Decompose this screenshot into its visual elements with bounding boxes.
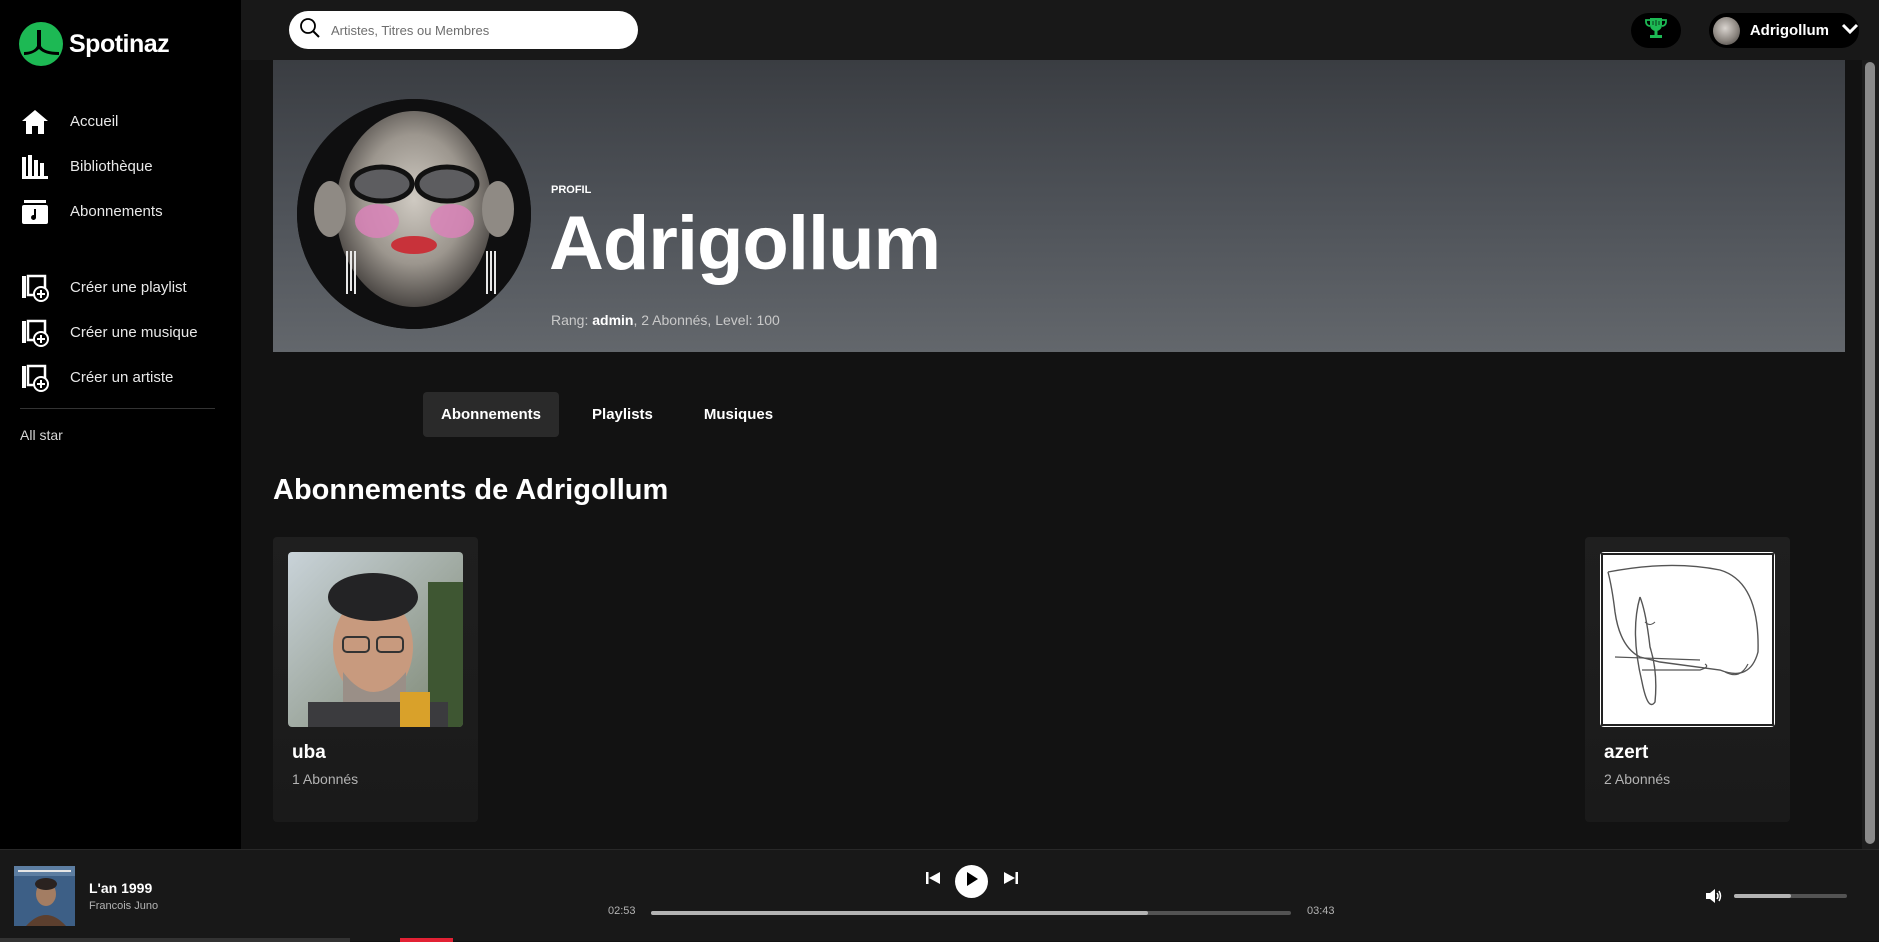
next-button[interactable]: [1000, 869, 1022, 891]
total-time: 03:43: [1307, 905, 1335, 917]
skip-back-icon: [925, 870, 941, 891]
profile-meta-suffix: , 2 Abonnés, Level: 100: [633, 312, 780, 328]
play-button[interactable]: [955, 865, 988, 898]
play-icon: [965, 871, 979, 892]
tab-abonnements[interactable]: Abonnements: [423, 392, 560, 437]
section-title: Abonnements de Adrigollum: [273, 474, 669, 506]
nav-item-abonnements[interactable]: Abonnements: [20, 189, 220, 234]
search-box[interactable]: [289, 11, 638, 49]
nav-item-all-star[interactable]: All star: [20, 427, 63, 443]
add-music-icon: [20, 318, 50, 348]
logo-icon: [19, 22, 63, 66]
track-cover[interactable]: [14, 866, 75, 926]
nav-item-label: Accueil: [70, 113, 119, 130]
user-menu[interactable]: Adrigollum: [1709, 13, 1859, 48]
profile-tabs: Abonnements Playlists Musiques: [423, 392, 806, 437]
card-title: uba: [292, 742, 326, 763]
bottom-strip: [0, 938, 350, 942]
volume-slider[interactable]: [1734, 894, 1847, 898]
previous-button[interactable]: [922, 869, 944, 891]
app-name: Spotinaz: [69, 29, 170, 58]
add-artist-icon: [20, 363, 50, 393]
nav-item-create-playlist[interactable]: Créer une playlist: [20, 265, 220, 310]
search-input[interactable]: [331, 22, 611, 38]
profile-meta-prefix: Rang:: [551, 312, 593, 328]
top-bar: Adrigollum: [241, 0, 1879, 60]
nav-item-label: Abonnements: [70, 203, 163, 220]
sidebar: Spotinaz Accueil Bibliothèque Abonnement…: [0, 0, 241, 849]
profile-rank: admin: [592, 312, 634, 328]
trophy-icon: [1645, 16, 1667, 45]
track-artist[interactable]: Francois Juno: [89, 900, 158, 912]
scrollbar-thumb[interactable]: [1865, 62, 1875, 844]
nav-item-bibliotheque[interactable]: Bibliothèque: [20, 144, 220, 189]
add-playlist-icon: [20, 273, 50, 303]
app-logo[interactable]: Spotinaz: [19, 22, 170, 66]
card-subtitle: 1 Abonnés: [292, 771, 359, 787]
profile-kind-label: PROFIL: [551, 184, 592, 196]
track-title[interactable]: L'an 1999: [89, 880, 152, 896]
progress-bar[interactable]: [651, 911, 1291, 915]
sidebar-divider: [20, 408, 215, 409]
nav-item-label: Créer un artiste: [70, 369, 174, 386]
card-image: [1600, 552, 1775, 727]
library-icon: [20, 152, 50, 182]
nav-item-label: Créer une playlist: [70, 279, 187, 296]
home-icon: [20, 107, 50, 137]
avatar: [1713, 16, 1740, 45]
nav-item-label: Créer une musique: [70, 324, 198, 341]
subscriptions-icon: [20, 197, 50, 227]
subscription-card-azert[interactable]: azert 2 Abonnés: [1585, 537, 1790, 822]
card-image: [288, 552, 463, 727]
trophy-button[interactable]: [1631, 13, 1681, 48]
bottom-strip-accent: [400, 938, 453, 942]
volume-icon[interactable]: [1705, 887, 1723, 905]
nav-item-accueil[interactable]: Accueil: [20, 99, 220, 144]
page-title: Adrigollum: [549, 201, 941, 286]
current-time: 02:53: [608, 905, 636, 917]
profile-meta: Rang: admin, 2 Abonnés, Level: 100: [551, 312, 780, 328]
main-scrollbar[interactable]: [1862, 60, 1879, 849]
profile-avatar: [297, 99, 531, 329]
nav-item-create-artist[interactable]: Créer un artiste: [20, 355, 220, 400]
search-icon: [299, 17, 321, 44]
user-name: Adrigollum: [1749, 22, 1829, 39]
nav-item-create-music[interactable]: Créer une musique: [20, 310, 220, 355]
skip-forward-icon: [1003, 870, 1019, 891]
player-bar: L'an 1999 Francois Juno 02:53 03:43: [0, 849, 1879, 942]
create-nav: Créer une playlist Créer une musique Cré…: [20, 265, 220, 400]
volume-fill: [1734, 894, 1791, 898]
card-subtitle: 2 Abonnés: [1604, 771, 1671, 787]
profile-header: PROFIL Adrigollum Rang: admin, 2 Abonnés…: [273, 60, 1845, 352]
progress-fill: [651, 911, 1148, 915]
subscription-card-uba[interactable]: uba 1 Abonnés: [273, 537, 478, 822]
tab-musiques[interactable]: Musiques: [686, 392, 791, 437]
chevron-down-icon: [1841, 22, 1859, 40]
card-title: azert: [1604, 742, 1649, 763]
nav-item-label: Bibliothèque: [70, 158, 153, 175]
tab-playlists[interactable]: Playlists: [574, 392, 671, 437]
primary-nav: Accueil Bibliothèque Abonnements: [20, 99, 220, 234]
